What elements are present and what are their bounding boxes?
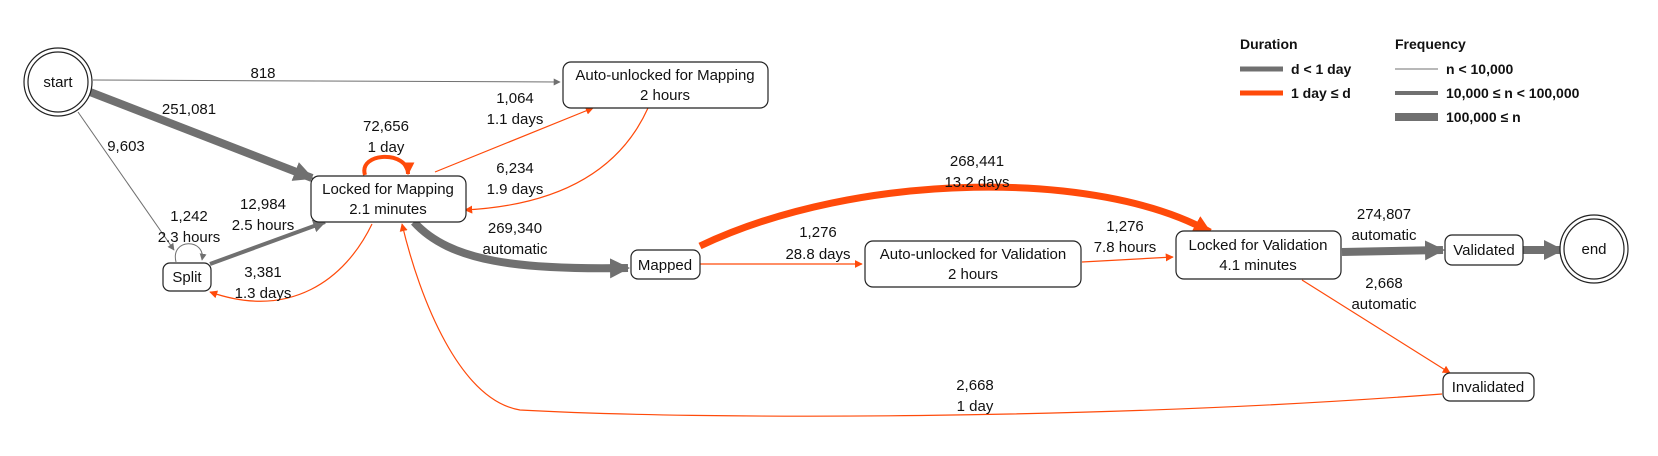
node-start-label: start [43,74,73,91]
edge-label-duration: automatic [482,241,548,258]
edge-label-count: 274,807 [1357,206,1411,223]
node-auto-unlocked-for-validation-duration: 2 hours [948,266,998,283]
node-mapped[interactable]: Mapped [630,249,701,280]
edge-label-count: 818 [250,65,275,82]
edge-label-duration: automatic [1351,227,1417,244]
edge-label-duration: 2.5 hours [232,217,295,234]
node-auto-unlocked-for-mapping-duration: 2 hours [640,87,690,104]
edge-locked-mapping-self-loop[interactable] [362,154,415,176]
legend-frequency-mid-label: 10,000 ≤ n < 100,000 [1446,85,1580,101]
legend-frequency: Frequency n < 10,000 10,000 ≤ n < 100,00… [1395,36,1580,125]
edge-label-count: 268,441 [950,153,1004,170]
node-invalidated-label: Invalidated [1452,379,1525,396]
edge-label-count: 3,381 [244,264,282,281]
edge-locked-validation-to-validated[interactable] [1341,240,1445,261]
edge-label-count: 1,242 [170,208,208,225]
legend-frequency-high-label: 100,000 ≤ n [1446,109,1521,125]
edge-label-duration: 1.1 days [487,111,544,128]
edge-label-count: 6,234 [496,160,534,177]
node-locked-for-mapping[interactable]: Locked for Mapping 2.1 minutes [310,175,467,223]
edge-auto-unlocked-validation-to-locked-validation[interactable] [1081,253,1174,263]
edge-label-count: 72,656 [363,118,409,135]
edge-label-count: 1,064 [496,90,534,107]
edge-label-duration: 2.3 hours [158,229,221,246]
edge-label-count: 2,668 [956,377,994,394]
node-validated[interactable]: Validated [1444,234,1524,266]
edge-split-self-loop[interactable] [174,243,207,263]
edge-label-duration: 1 day [957,398,994,415]
edge-label-count: 9,603 [107,138,145,155]
legend-duration-title: Duration [1240,36,1298,52]
legend-frequency-low-label: n < 10,000 [1446,61,1514,77]
node-auto-unlocked-for-mapping[interactable]: Auto-unlocked for Mapping 2 hours [562,61,769,109]
node-locked-for-mapping-name: Locked for Mapping [322,181,454,198]
edge-label-count: 251,081 [162,101,216,118]
node-locked-for-mapping-duration: 2.1 minutes [349,201,427,218]
node-start[interactable]: start [23,47,93,117]
edge-label-duration: 7.8 hours [1094,239,1157,256]
node-auto-unlocked-for-mapping-name: Auto-unlocked for Mapping [575,67,754,84]
edge-label-duration: automatic [1351,296,1417,313]
legend-frequency-title: Frequency [1395,36,1466,52]
legend-duration-short-label: d < 1 day [1291,61,1352,77]
edge-label-count: 269,340 [488,220,542,237]
node-auto-unlocked-for-validation-name: Auto-unlocked for Validation [880,246,1067,263]
edge-label-duration: 28.8 days [785,246,850,263]
edge-label-count: 1,276 [799,224,837,241]
node-mapped-label: Mapped [638,257,692,274]
edge-label-duration: 1.9 days [487,181,544,198]
process-map-diagram: 818 251,081 9,603 72,656 1 day 1,064 1.1… [23,36,1629,417]
edge-label-duration: 1 day [368,139,405,156]
legend-duration-long-label: 1 day ≤ d [1291,85,1351,101]
edge-label-duration: 1.3 days [235,285,292,302]
edge-start-to-auto-unlocked-mapping[interactable] [92,78,561,86]
edge-locked-validation-to-invalidated[interactable] [1301,279,1451,374]
edge-label-count: 1,276 [1106,218,1144,235]
node-locked-for-validation[interactable]: Locked for Validation 4.1 minutes [1175,230,1342,280]
node-split-label: Split [172,269,202,286]
node-auto-unlocked-for-validation[interactable]: Auto-unlocked for Validation 2 hours [864,240,1082,288]
node-end[interactable]: end [1559,214,1629,284]
legend: Duration d < 1 day 1 day ≤ d Frequency n… [1240,36,1580,125]
node-split[interactable]: Split [162,262,212,292]
node-invalidated[interactable]: Invalidated [1442,372,1535,402]
edge-label-duration: 13.2 days [944,174,1009,191]
node-end-label: end [1581,241,1606,258]
legend-duration: Duration d < 1 day 1 day ≤ d [1240,36,1352,101]
node-locked-for-validation-duration: 4.1 minutes [1219,257,1297,274]
edge-label-count: 12,984 [240,196,286,213]
edge-mapped-to-locked-validation[interactable] [698,183,1212,250]
edge-label-count: 2,668 [1365,275,1403,292]
node-validated-label: Validated [1453,242,1514,259]
node-locked-for-validation-name: Locked for Validation [1189,237,1328,254]
